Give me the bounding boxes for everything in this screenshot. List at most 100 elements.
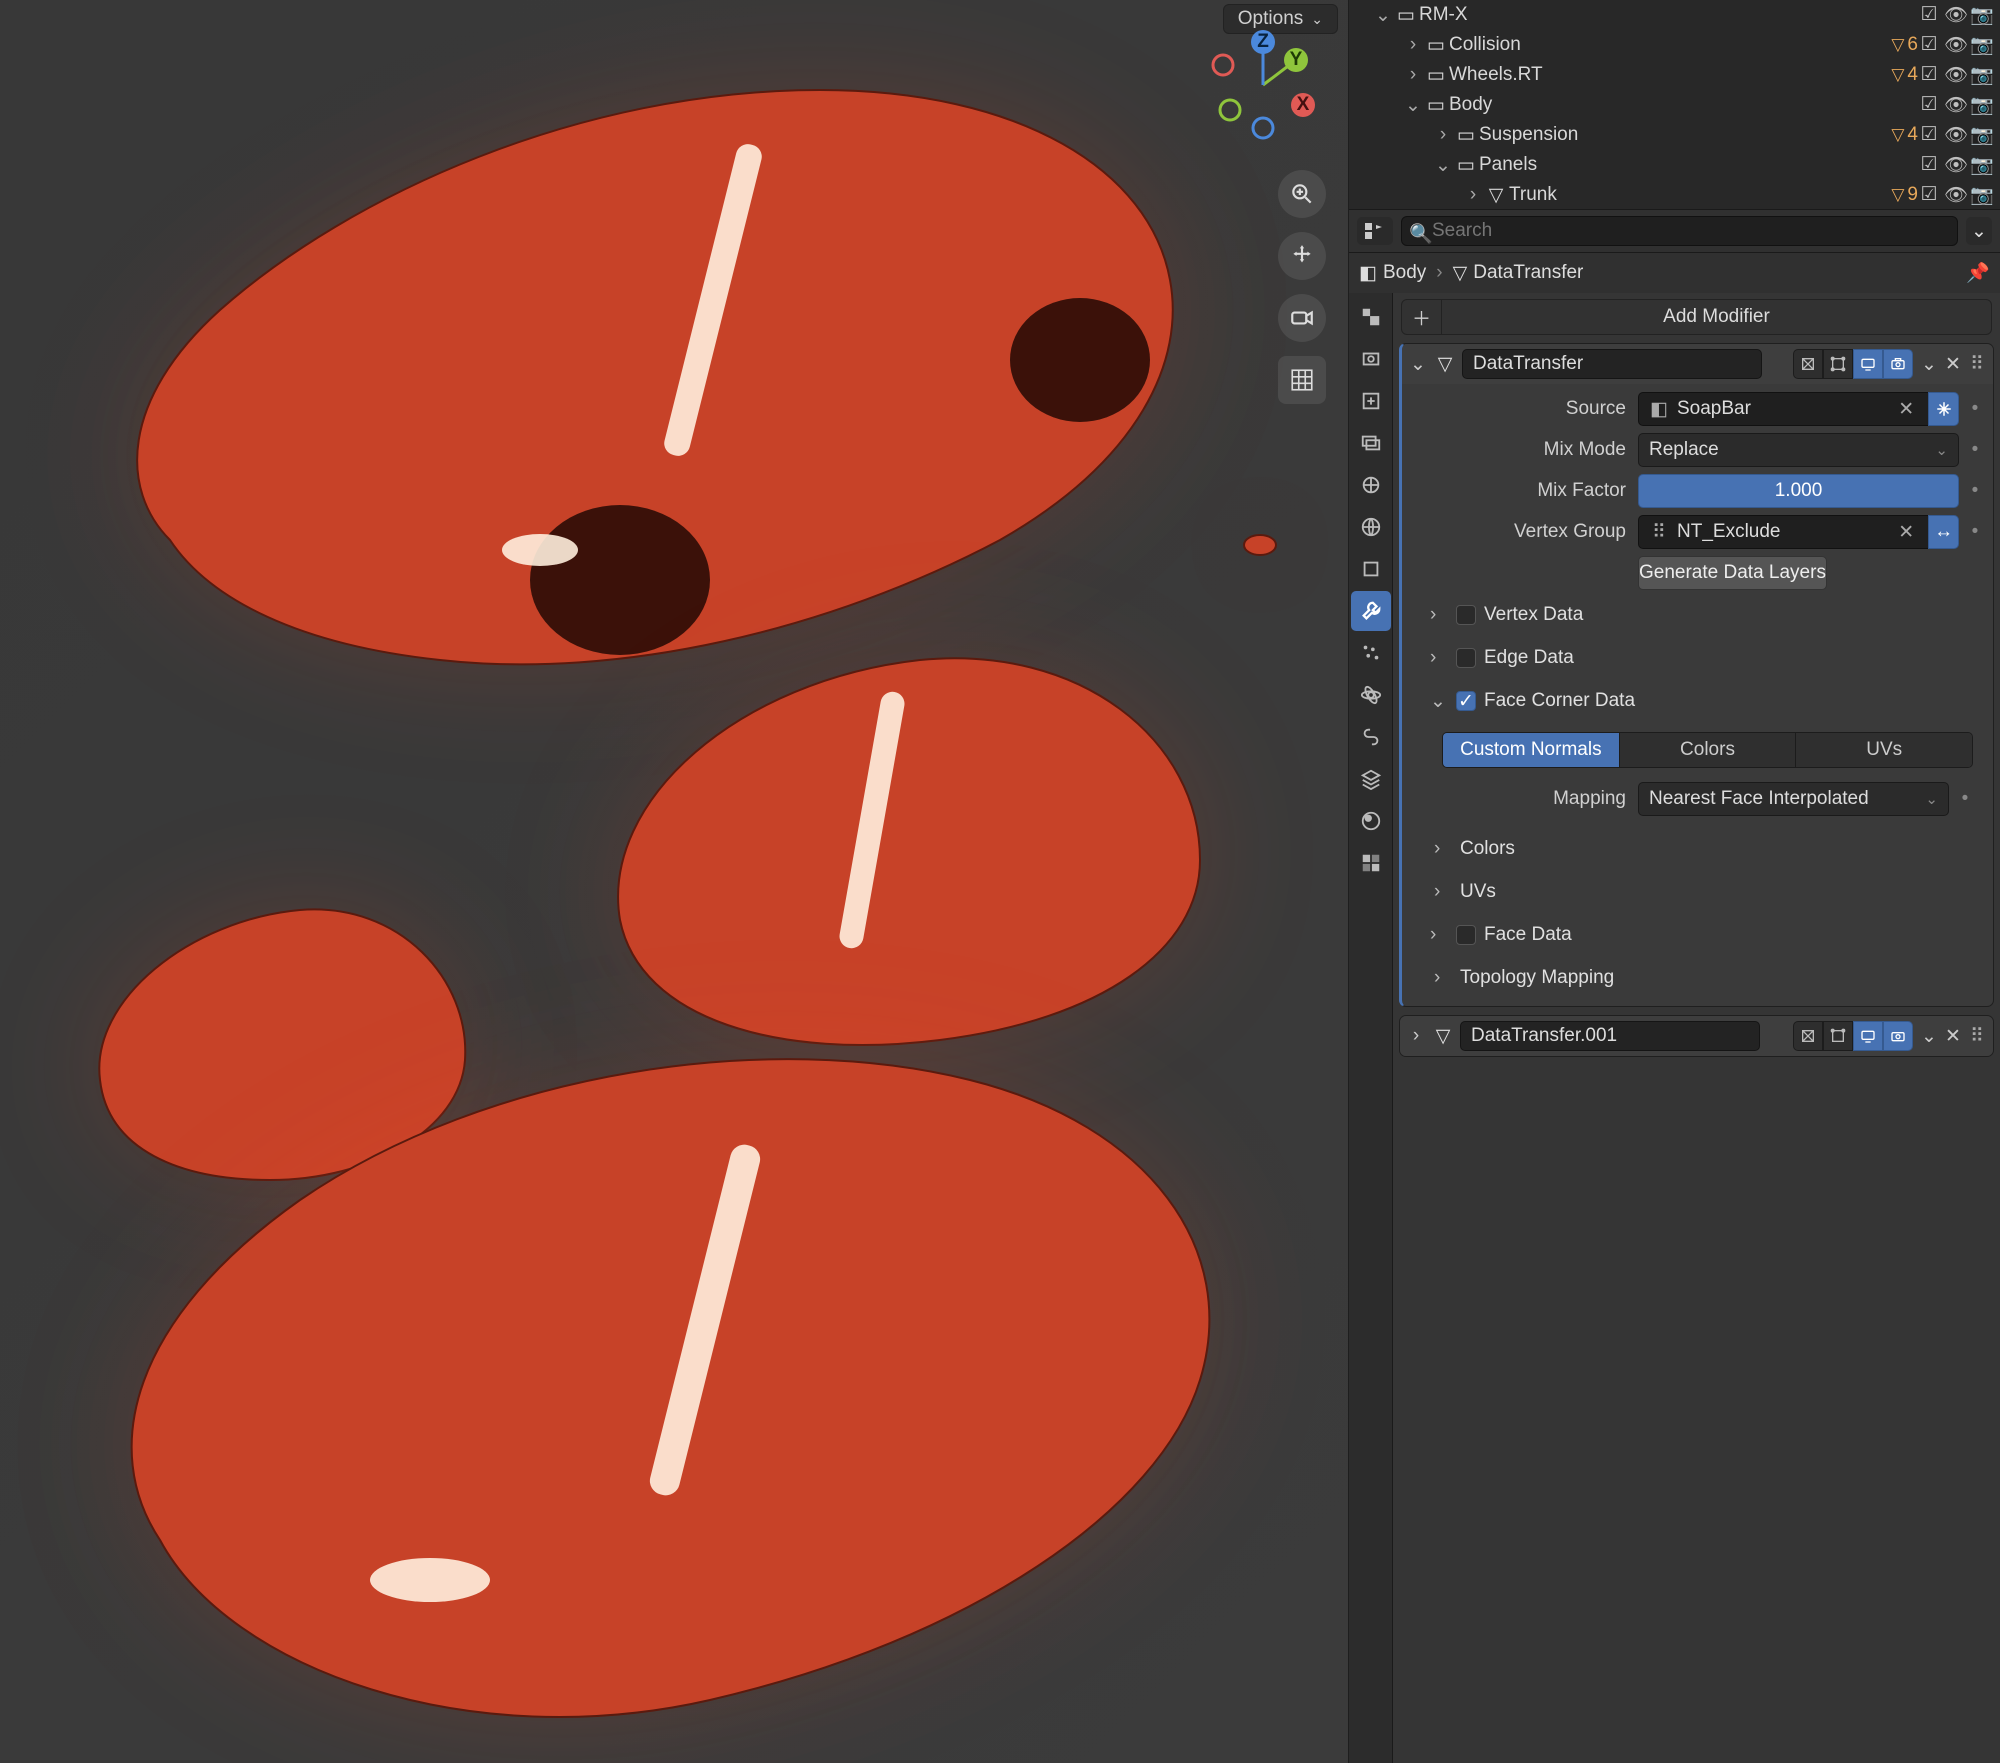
pan-tool-icon[interactable] [1278,232,1326,280]
outliner-row[interactable]: › ▭ Collision ▽6 ☑👁📷 [1349,30,2000,60]
clear-icon[interactable]: ✕ [1894,398,1918,421]
mix-factor-slider[interactable]: 1.000 [1638,474,1959,508]
topology-mapping-subpanel[interactable]: › Topology Mapping [1412,960,1983,996]
exclude-toggle-icon[interactable]: ☑ [1918,183,1940,207]
exclude-toggle-icon[interactable]: ☑ [1918,3,1940,27]
disclosure-down-icon[interactable]: ⌄ [1408,353,1428,376]
tab-physics-icon[interactable] [1351,675,1391,715]
exclude-toggle-icon[interactable]: ☑ [1918,153,1940,177]
clear-icon[interactable]: ✕ [1894,521,1918,544]
visibility-toggle-icon[interactable]: 👁 [1944,33,1966,57]
visibility-toggle-icon[interactable]: 👁 [1944,183,1966,207]
axis-gizmo[interactable]: Z Y X [1208,30,1318,140]
disclosure-right-icon[interactable]: › [1403,64,1423,86]
outliner-row[interactable]: ⌄ ▭ Panels ☑👁📷 [1349,150,2000,180]
tab-texture-icon[interactable] [1351,843,1391,883]
mod-edit-mode-icon[interactable] [1823,349,1853,379]
breadcrumb-object[interactable]: ◧ Body [1359,262,1426,285]
render-toggle-icon[interactable]: 📷 [1970,63,1992,87]
exclude-toggle-icon[interactable]: ☑ [1918,63,1940,87]
camera-view-icon[interactable] [1278,294,1326,342]
mod-drag-handle-icon[interactable]: ⠿ [1967,353,1987,376]
render-toggle-icon[interactable]: 📷 [1970,183,1992,207]
exclude-toggle-icon[interactable]: ☑ [1918,33,1940,57]
render-toggle-icon[interactable]: 📷 [1970,33,1992,57]
modifier-name-input[interactable] [1462,349,1762,379]
breadcrumb-modifier[interactable]: ▽ DataTransfer [1453,262,1584,285]
mapping-select[interactable]: Nearest Face Interpolated ⌄ [1638,782,1949,816]
checkbox-icon[interactable] [1456,925,1476,945]
outliner-row[interactable]: › ▽ Trunk ▽9 ☑👁📷 [1349,180,2000,210]
properties-search-input[interactable] [1401,216,1958,246]
animate-prop-icon[interactable]: • [1967,521,1983,543]
mod-render-icon[interactable] [1883,1021,1913,1051]
animate-prop-icon[interactable]: • [1957,788,1973,810]
disclosure-right-icon[interactable]: › [1433,124,1453,146]
edge-data-subpanel[interactable]: › Edge Data [1412,640,1983,676]
tab-scene-icon[interactable] [1351,465,1391,505]
pin-icon[interactable]: 📌 [1966,261,1990,285]
disclosure-down-icon[interactable]: ⌄ [1403,94,1423,117]
mod-on-cage-icon[interactable] [1793,349,1823,379]
tab-uvs[interactable]: UVs [1796,733,1972,767]
tab-data-icon[interactable] [1351,759,1391,799]
source-object-field[interactable]: ◧ SoapBar ✕ [1638,392,1929,426]
mod-drag-handle-icon[interactable]: ⠿ [1967,1025,1987,1048]
tab-constraints-icon[interactable] [1351,717,1391,757]
mod-on-cage-icon[interactable] [1793,1021,1823,1051]
tab-tool-icon[interactable] [1351,297,1391,337]
exclude-toggle-icon[interactable]: ☑ [1918,123,1940,147]
mix-mode-select[interactable]: Replace ⌄ [1638,433,1959,467]
options-menu-icon[interactable]: ⌄ [1966,217,1992,245]
outliner-row[interactable]: ⌄ ▭ RM-X ☑👁📷 [1349,0,2000,30]
disclosure-right-icon[interactable]: › [1406,1025,1426,1047]
mod-delete-icon[interactable]: ✕ [1939,350,1967,378]
disclosure-right-icon[interactable]: › [1403,34,1423,56]
face-corner-data-subpanel[interactable]: ⌄ ✓ Face Corner Data [1412,683,1983,719]
render-toggle-icon[interactable]: 📷 [1970,93,1992,117]
mod-edit-mode-icon[interactable] [1823,1021,1853,1051]
render-toggle-icon[interactable]: 📷 [1970,123,1992,147]
render-toggle-icon[interactable]: 📷 [1970,3,1992,27]
disclosure-down-icon[interactable]: ⌄ [1433,154,1453,177]
perspective-grid-icon[interactable] [1278,356,1326,404]
outliner-row[interactable]: › ▭ Wheels.RT ▽4 ☑👁📷 [1349,60,2000,90]
visibility-toggle-icon[interactable]: 👁 [1944,63,1966,87]
exclude-toggle-icon[interactable]: ☑ [1918,93,1940,117]
invert-vgroup-toggle[interactable]: ↔ [1928,515,1959,549]
add-modifier-button[interactable]: ＋ Add Modifier [1401,299,1992,335]
generate-data-layers-button[interactable]: Generate Data Layers [1638,556,1827,590]
outliner-row[interactable]: ⌄ ▭ Body ☑👁📷 [1349,90,2000,120]
tab-render-icon[interactable] [1351,339,1391,379]
tab-custom-normals[interactable]: Custom Normals [1443,733,1620,767]
animate-prop-icon[interactable]: • [1967,398,1983,420]
render-toggle-icon[interactable]: 📷 [1970,153,1992,177]
mod-realtime-icon[interactable] [1853,349,1883,379]
outliner-panel[interactable]: ⌄ ▭ RM-X ☑👁📷 › ▭ Collision ▽6 ☑👁📷 › ▭ Wh… [1349,0,2000,210]
uvs-subpanel[interactable]: › UVs [1412,874,1983,910]
checkbox-icon[interactable] [1456,605,1476,625]
tab-modifiers-icon[interactable] [1351,591,1391,631]
face-data-subpanel[interactable]: › Face Data [1412,917,1983,953]
modifier-name-input[interactable] [1460,1021,1760,1051]
tab-colors[interactable]: Colors [1620,733,1797,767]
zoom-tool-icon[interactable] [1278,170,1326,218]
animate-prop-icon[interactable]: • [1967,439,1983,461]
tab-output-icon[interactable] [1351,381,1391,421]
tab-particles-icon[interactable] [1351,633,1391,673]
mod-render-icon[interactable] [1883,349,1913,379]
tab-world-icon[interactable] [1351,507,1391,547]
visibility-toggle-icon[interactable]: 👁 [1944,123,1966,147]
tab-object-icon[interactable] [1351,549,1391,589]
mod-extras-menu-icon[interactable]: ⌄ [1919,353,1939,376]
mod-delete-icon[interactable]: ✕ [1939,1022,1967,1050]
checkbox-icon[interactable] [1456,648,1476,668]
visibility-toggle-icon[interactable]: 👁 [1944,153,1966,177]
tab-viewlayer-icon[interactable] [1351,423,1391,463]
visibility-toggle-icon[interactable]: 👁 [1944,3,1966,27]
outliner-row[interactable]: › ▭ Suspension ▽4 ☑👁📷 [1349,120,2000,150]
mod-extras-menu-icon[interactable]: ⌄ [1919,1025,1939,1048]
use-object-transform-toggle[interactable] [1928,392,1959,426]
tab-material-icon[interactable] [1351,801,1391,841]
checkbox-checked-icon[interactable]: ✓ [1456,691,1476,711]
